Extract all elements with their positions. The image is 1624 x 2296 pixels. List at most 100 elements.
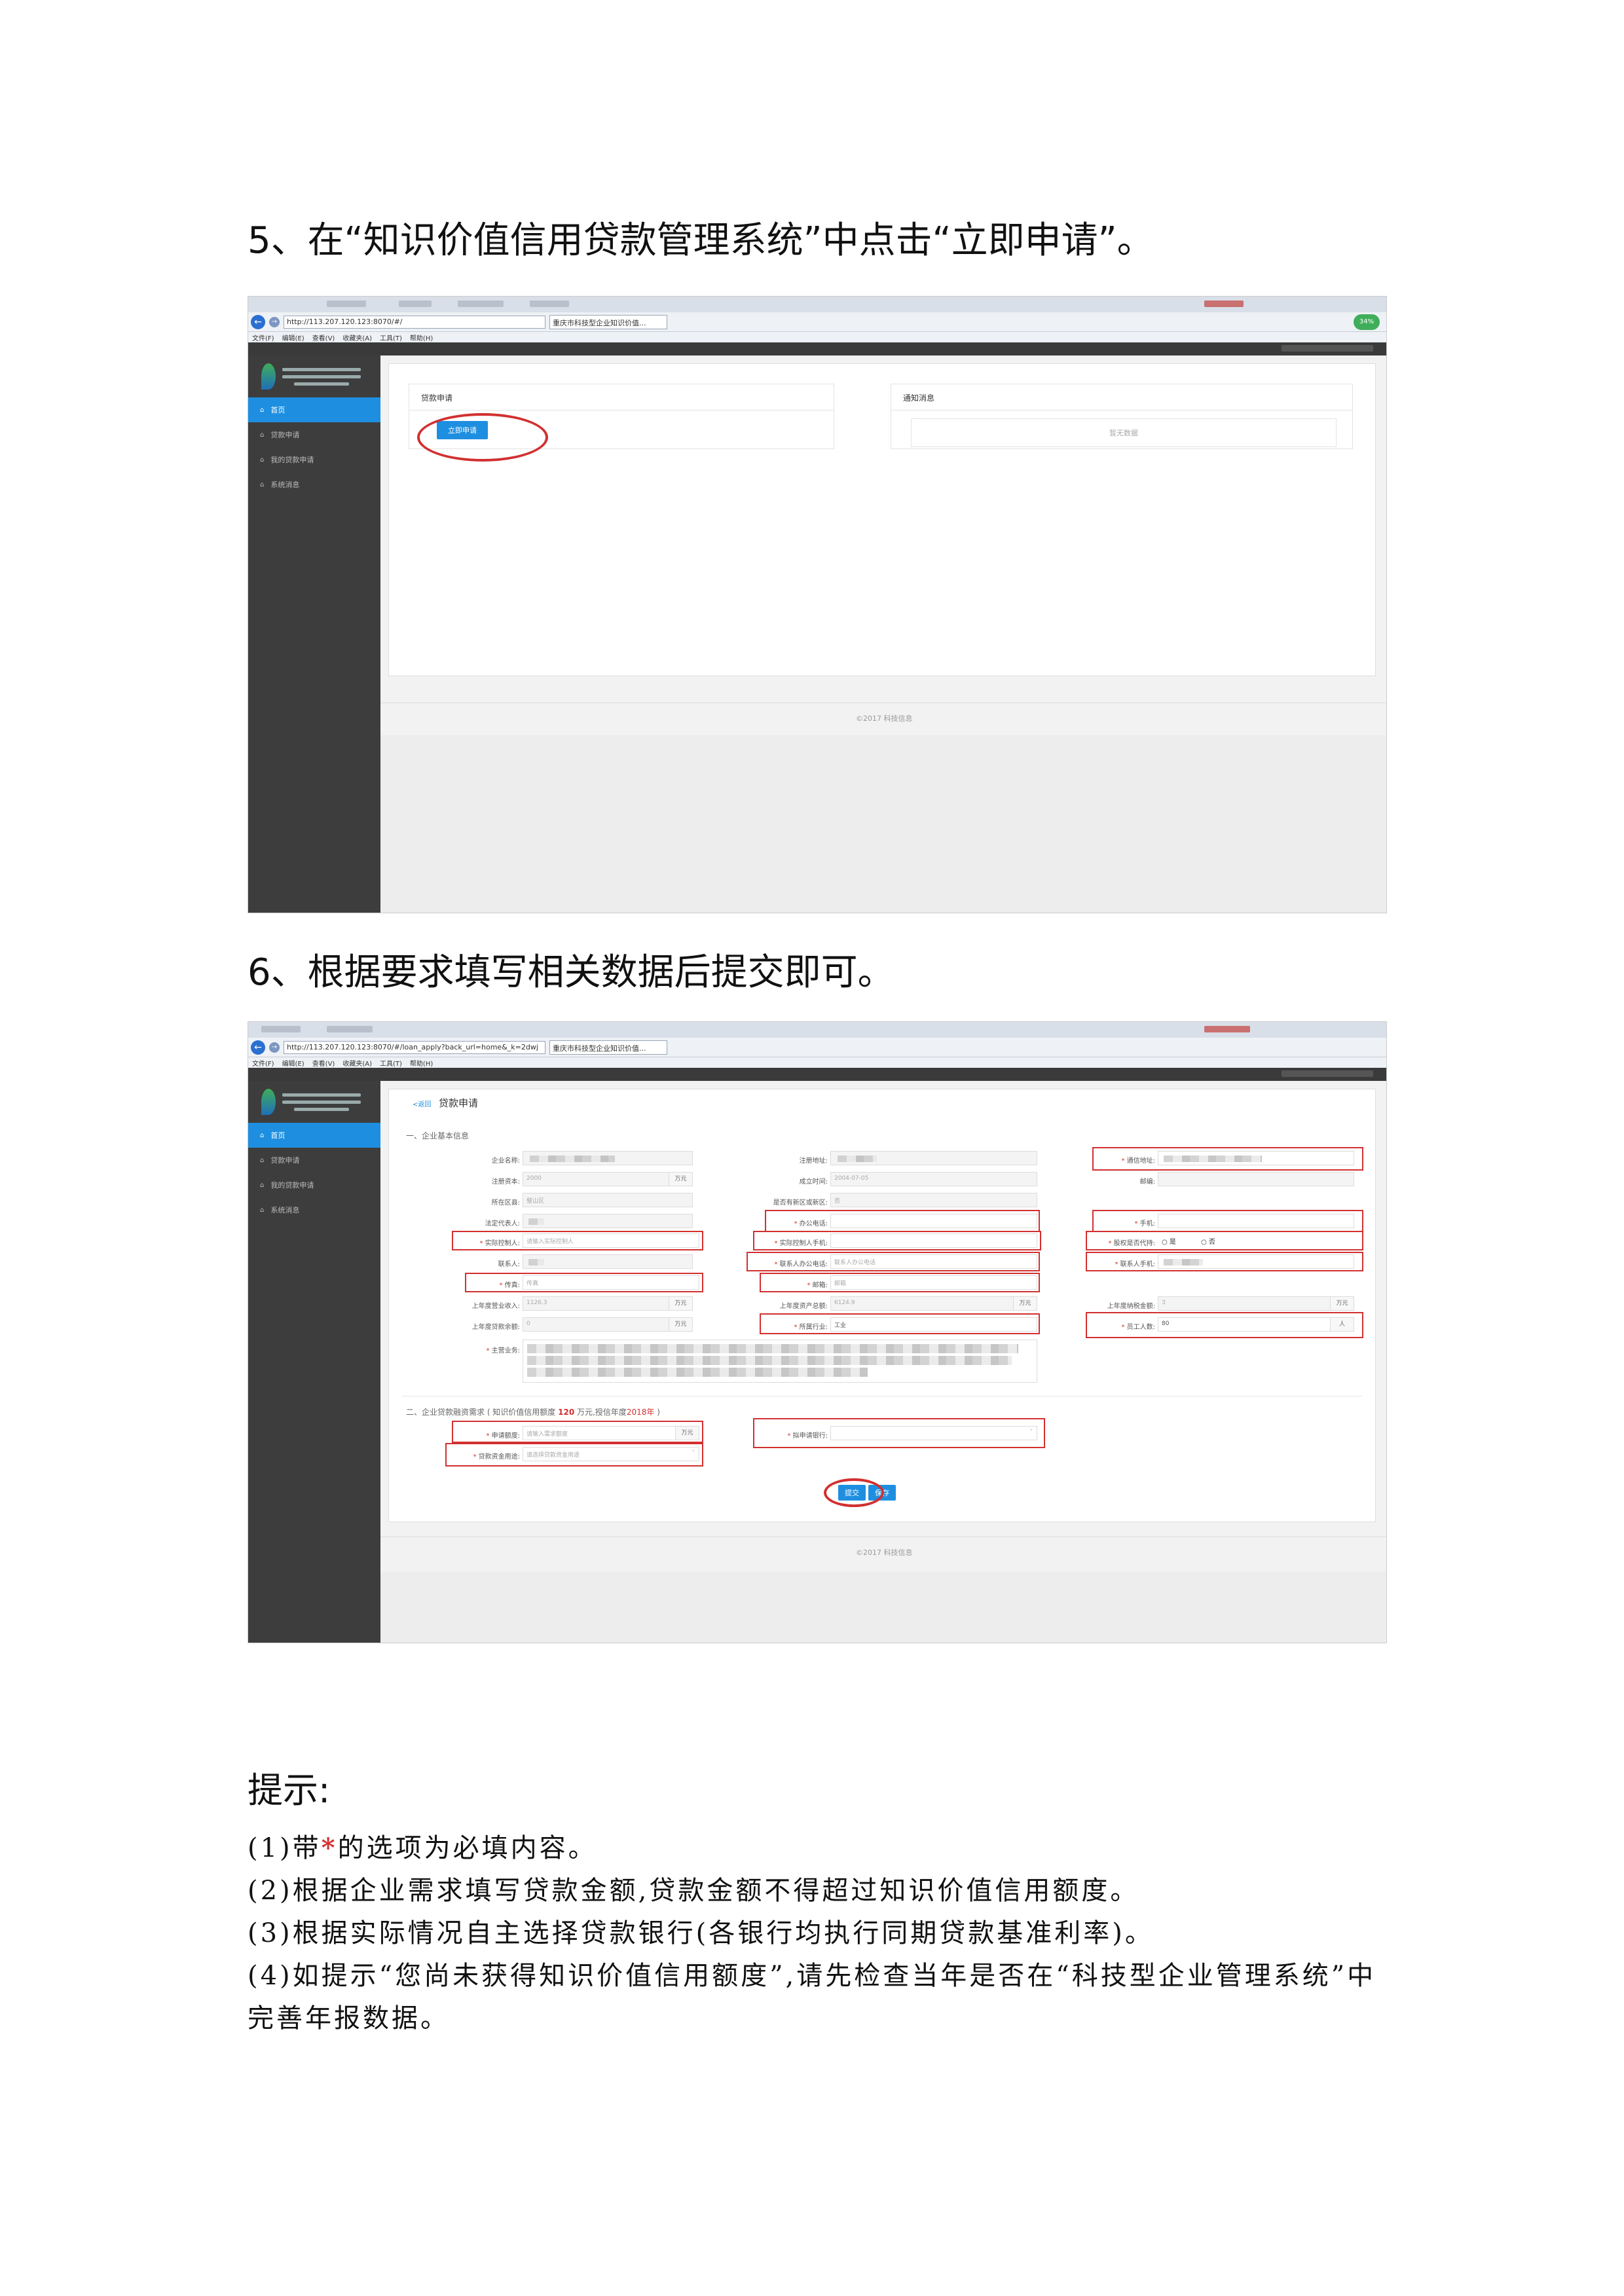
required-highlight (760, 1273, 1040, 1292)
company-name-input[interactable] (523, 1151, 693, 1165)
menu-view[interactable]: 查看(V) (312, 1058, 335, 1068)
address-bar[interactable]: http://113.207.120.123:8070/#/loan_apply… (284, 1040, 545, 1054)
required-highlight (1092, 1210, 1363, 1232)
required-highlight (452, 1231, 703, 1250)
legal-rep-input[interactable] (523, 1214, 693, 1228)
app-body: ⌂ 首页 ⌂ 贷款申请 ⌂ 我的贷款申请 ⌂ 系统消息 贷款申请 立即申请 通知消息 暂… (248, 355, 1386, 913)
last-tax-input[interactable]: 3 万元 (1158, 1296, 1354, 1311)
sidebar-item-my-loans[interactable]: ⌂ 我的贷款申请 (248, 447, 380, 472)
postcode-label: 邮编: (1139, 1178, 1155, 1186)
reg-capital-input[interactable]: 2000 万元 (523, 1172, 693, 1186)
required-highlight (753, 1418, 1045, 1448)
menu-file[interactable]: 文件(F) (252, 333, 274, 342)
notice-card: 通知消息 暂无数据 (891, 384, 1353, 449)
browser-menubar: 文件(F) 编辑(E) 查看(V) 收藏夹(A) 工具(T) 帮助(H) (248, 1057, 1386, 1068)
home-icon: ⌂ (260, 1156, 265, 1164)
sidebar-item-messages[interactable]: ⌂ 系统消息 (248, 1197, 380, 1222)
high-tech-zone-label: 是否有新区或新区: (773, 1199, 828, 1207)
forward-arrow-icon[interactable]: → (269, 316, 280, 327)
back-arrow-icon[interactable]: ← (251, 1040, 265, 1055)
sidebar-item-home[interactable]: ⌂ 首页 (248, 1123, 380, 1148)
reg-capital-label: 注册资本: (491, 1178, 520, 1186)
sidebar-item-loan-apply[interactable]: ⌂ 贷款申请 (248, 1148, 380, 1173)
menu-tools[interactable]: 工具(T) (380, 1058, 402, 1068)
contact-label: 联系人: (498, 1261, 520, 1268)
user-name-redacted (1282, 1070, 1373, 1077)
user-name-redacted (1282, 345, 1373, 352)
sidebar: ⌂ 首页 ⌂ 贷款申请 ⌂ 我的贷款申请 ⌂ 系统消息 (248, 355, 380, 913)
footer-copyright: ©2017 科技信息 (856, 714, 913, 723)
sidebar-item-loan-apply[interactable]: ⌂ 贷款申请 (248, 422, 380, 447)
menu-help[interactable]: 帮助(H) (410, 333, 433, 342)
required-highlight (747, 1252, 1040, 1271)
menu-edit[interactable]: 编辑(E) (282, 1058, 304, 1068)
forward-arrow-icon[interactable]: → (269, 1042, 280, 1053)
highlight-ring (417, 413, 548, 462)
browser-tab[interactable]: 重庆市科技型企业知识价值... (549, 1040, 667, 1055)
back-link[interactable]: <返回 (413, 1099, 431, 1108)
high-tech-zone-select[interactable]: 否 (830, 1193, 1037, 1207)
last-revenue-input[interactable]: 1126.3 万元 (523, 1296, 693, 1311)
last-assets-label: 上年度资产总额: (779, 1303, 828, 1310)
menu-favorites[interactable]: 收藏夹(A) (342, 333, 372, 342)
tip-item-1: (1)带*的选项为必填内容。 (248, 1832, 597, 1863)
tips-heading: 提示: (248, 1770, 331, 1811)
browser-menubar: 文件(F) 编辑(E) 查看(V) 收藏夹(A) 工具(T) 帮助(H) (248, 332, 1386, 342)
home-icon: ⌂ (260, 431, 265, 439)
required-highlight (1086, 1231, 1363, 1250)
required-highlight (465, 1273, 703, 1292)
sidebar-item-home[interactable]: ⌂ 首页 (248, 397, 380, 422)
menu-view[interactable]: 查看(V) (312, 333, 335, 342)
window-titlebar (248, 297, 1386, 312)
postcode-input[interactable] (1158, 1172, 1354, 1186)
app-topbar (248, 1068, 1386, 1081)
menu-tools[interactable]: 工具(T) (380, 333, 402, 342)
reg-address-input[interactable] (830, 1151, 1037, 1165)
menu-help[interactable]: 帮助(H) (410, 1058, 433, 1068)
menu-favorites[interactable]: 收藏夹(A) (342, 1058, 372, 1068)
step-6-heading: 6、根据要求填写相关数据后提交即可。 (248, 951, 895, 994)
home-icon: ⌂ (260, 1131, 265, 1139)
home-icon: ⌂ (260, 456, 265, 464)
required-highlight (1086, 1312, 1363, 1338)
menu-file[interactable]: 文件(F) (252, 1058, 274, 1068)
window-titlebar (248, 1022, 1386, 1038)
reg-address-label: 注册地址: (799, 1157, 828, 1165)
section-loan-demand: 二、企业贷款融资需求 ( 知识价值信用额度 120 万元,授信年度2018年 ) (406, 1408, 660, 1417)
browser-navbar: ← → http://113.207.120.123:8070/#/ 重庆市科技… (248, 312, 1386, 332)
last-assets-input[interactable]: 6124.9 万元 (830, 1296, 1037, 1311)
browser-tab[interactable]: 重庆市科技型企业知识价值... (549, 314, 667, 329)
home-icon: ⌂ (260, 1181, 265, 1189)
last-revenue-label: 上年度营业收入: (471, 1303, 520, 1310)
address-bar[interactable]: http://113.207.120.123:8070/#/ (284, 315, 545, 329)
highlight-ring (824, 1478, 884, 1507)
sidebar-item-my-loans[interactable]: ⌂ 我的贷款申请 (248, 1173, 380, 1197)
required-highlight (1086, 1252, 1363, 1271)
app-topbar (248, 342, 1386, 355)
founded-label: 成立时间: (799, 1178, 828, 1186)
last-loan-input[interactable]: 0 万元 (523, 1317, 693, 1332)
required-highlight (445, 1443, 703, 1467)
founded-input[interactable]: 2004-07-05 (830, 1172, 1037, 1186)
sidebar: ⌂ 首页 ⌂ 贷款申请 ⌂ 我的贷款申请 ⌂ 系统消息 (248, 1081, 380, 1643)
legal-rep-label: 法定代表人: (485, 1220, 520, 1228)
required-highlight (452, 1421, 703, 1443)
required-highlight (753, 1231, 1041, 1250)
district-label: 所在区县: (491, 1199, 520, 1207)
menu-edit[interactable]: 编辑(E) (282, 333, 304, 342)
tip-item-4: (4)如提示“您尚未获得知识价值信用额度”,请先检查当年是否在“科技型企业管理系… (248, 1961, 1376, 2033)
contact-input[interactable] (523, 1254, 693, 1269)
footer-copyright: ©2017 科技信息 (856, 1548, 913, 1557)
main-content: 贷款申请 立即申请 通知消息 暂无数据 ©2017 科技信息 (380, 355, 1386, 913)
app-logo (248, 355, 380, 397)
main-business-textarea[interactable] (523, 1339, 1037, 1383)
back-arrow-icon[interactable]: ← (251, 314, 265, 329)
sidebar-item-messages[interactable]: ⌂ 系统消息 (248, 472, 380, 497)
required-highlight (1092, 1147, 1363, 1171)
district-select[interactable]: 璧山区 (523, 1193, 693, 1207)
main-business-label: 主营业务: (468, 1345, 520, 1355)
home-icon: ⌂ (260, 406, 265, 414)
loan-card-title: 贷款申请 (409, 384, 834, 410)
last-loan-label: 上年度贷款余额: (471, 1324, 520, 1331)
browser-navbar: ← → http://113.207.120.123:8070/#/loan_a… (248, 1038, 1386, 1057)
